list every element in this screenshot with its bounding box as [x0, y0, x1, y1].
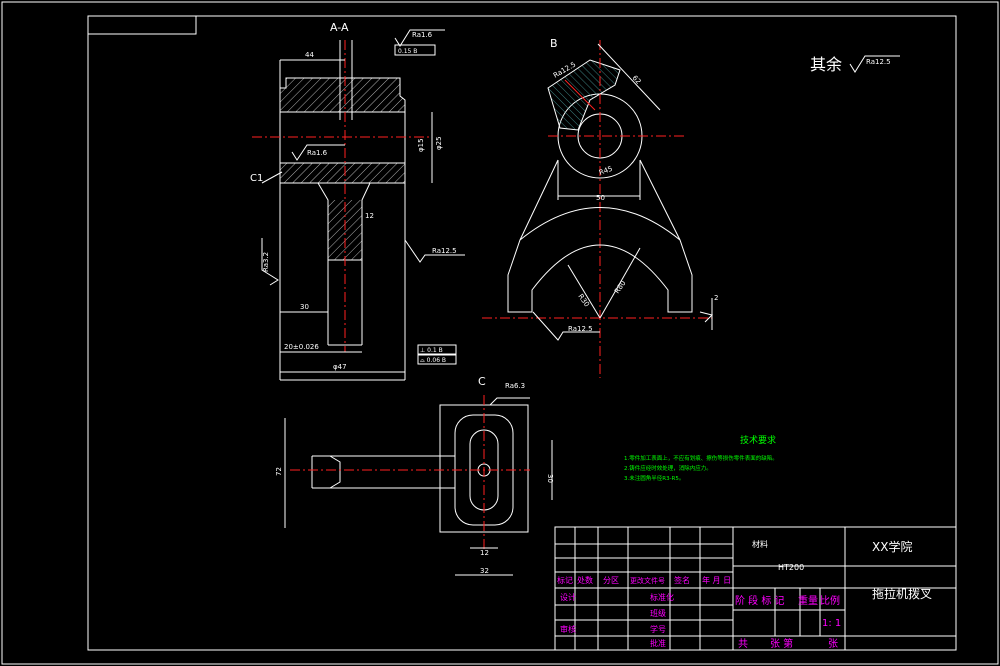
ra-side-text: Ra3.2 [262, 252, 270, 272]
flange-hatch [280, 78, 405, 112]
section-aa-label: A-A [330, 21, 349, 34]
dim-50-text: 50 [596, 194, 605, 202]
drawing-sheet: A-A 44 30 20±0.026 φ47 φ25 φ15 12 C1 Ra1… [1, 1, 999, 665]
dim-30c-text: 30 [546, 474, 554, 483]
sheet-end: 张 [828, 638, 838, 650]
view-c-label: C [478, 375, 486, 388]
dim-32c-text: 32 [480, 567, 489, 575]
tech-req-item-2: 2.铸件应经时效处理，消除内应力。 [624, 464, 712, 472]
dim-20-text: 20±0.026 [284, 343, 319, 351]
tol-frame-top-text: 0.15 B [398, 48, 417, 55]
section-aa-view: A-A 44 30 20±0.026 φ47 φ25 φ15 12 C1 Ra1… [250, 21, 465, 381]
rev-h3: 更改文件号 [630, 576, 665, 585]
dim-15-text: φ15 [417, 138, 425, 152]
general-roughness: 其余 Ra12.5 [810, 55, 900, 74]
rev-h5: 年 月 日 [702, 575, 731, 585]
tech-req-item-1: 1.零件加工表面上，不应有划痕、擦伤等损伤零件表面的缺陷。 [624, 454, 778, 462]
dim-62-text: 62 [631, 74, 643, 86]
tech-req-title: 技术要求 [740, 434, 776, 446]
dim-r80-text: R80 [613, 279, 627, 295]
material-label: 材料 [752, 539, 768, 549]
scale-label: 比例 [820, 594, 840, 607]
weight-label: 重量 [798, 594, 818, 607]
row-review: 审核 [560, 624, 576, 634]
dim-72-text: 72 [275, 467, 283, 476]
dim-r30-line [567, 264, 601, 319]
general-roughness-label: 其余 [810, 55, 842, 74]
tol-frame-bottom-1-text: ⊥ 0.1 B [420, 347, 443, 354]
c1-label: C1 [250, 173, 263, 184]
rev-h1: 处数 [577, 575, 593, 585]
label-class: 班级 [650, 608, 666, 618]
ra-c-text: Ra6.3 [505, 382, 525, 390]
title-block: 材料 HT200 XX学院 拖拉机拨叉 标记 处数 分区 更改文件号 签名 年 … [554, 526, 957, 651]
c1-leader [261, 171, 283, 184]
corner-box [87, 15, 197, 35]
tol-frame-bottom-2-text: ⌓ 0.06 B [420, 357, 446, 364]
shaft-outline [311, 455, 455, 489]
inner-frame [87, 15, 957, 651]
label-id: 学号 [650, 624, 666, 634]
row-design: 设计 [560, 592, 576, 602]
label-approve: 批准 [650, 638, 666, 648]
tech-req-item-3: 3.未注圆角半径R3-R5。 [624, 474, 684, 482]
rev-h4: 签名 [674, 575, 690, 585]
label-standard: 标准化 [650, 592, 674, 602]
dim-47-text: φ47 [333, 363, 347, 371]
view-b: B R30 R80 50 R45 62 2 Ra12.5 Ra12.5 [482, 37, 718, 378]
ra-right-text: Ra12.5 [432, 247, 457, 255]
dim-12c-text: 12 [480, 549, 489, 557]
stage-label: 阶 段 标 记 [735, 594, 785, 607]
fork-arms [507, 159, 693, 313]
ra-mid-text: Ra1.6 [307, 149, 328, 157]
rev-h0: 标记 [557, 575, 573, 585]
ra-c-symbol [489, 397, 530, 406]
dim-30-text: 30 [300, 303, 309, 311]
dim-r12-text: 12 [365, 212, 374, 220]
dim-25-text: φ25 [435, 136, 443, 150]
mid-hatch [280, 163, 405, 183]
ra-top-text: Ra1.6 [412, 31, 433, 39]
view-b-label: B [550, 37, 558, 50]
view-c: C Ra6.3 72 30 12 32 [275, 375, 554, 576]
scale-value: 1: 1 [822, 618, 841, 629]
outer-frame [1, 1, 999, 665]
technical-requirements: 技术要求 1.零件加工表面上，不应有划痕、擦伤等损伤零件表面的缺陷。 2.铸件应… [624, 434, 778, 482]
school-name: XX学院 [872, 539, 912, 554]
sheet-num: 张 第 [770, 637, 793, 650]
dim-2-text: 2 [714, 294, 718, 302]
shaft-chamfer [329, 455, 341, 489]
dim-r30-text: R30 [576, 293, 590, 309]
general-roughness-value: Ra12.5 [866, 58, 891, 66]
ra-b-bottom-text: Ra12.5 [568, 325, 593, 333]
sheet-total: 共 [738, 638, 748, 650]
dim-44-text: 44 [305, 51, 314, 59]
ra-b-right-symbol [699, 311, 713, 323]
material-value: HT200 [778, 563, 804, 572]
part-name: 拖拉机拨叉 [872, 586, 932, 601]
rev-h2: 分区 [603, 576, 619, 585]
